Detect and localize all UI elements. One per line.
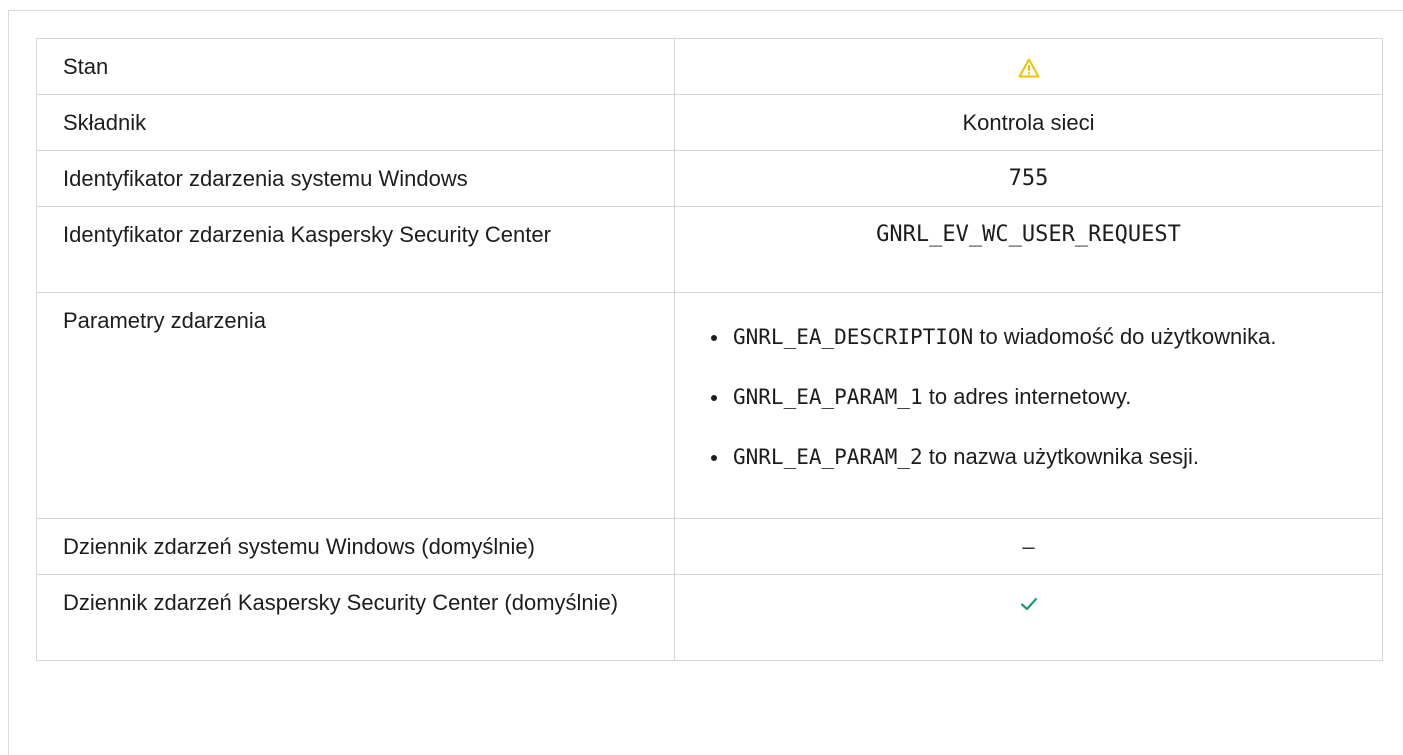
ksc-log-value xyxy=(674,574,1383,661)
table-row: Dziennik zdarzeń systemu Windows (domyśl… xyxy=(36,518,1383,575)
param-code: GNRL_EA_PARAM_1 xyxy=(733,385,923,409)
table-row: Dziennik zdarzeń Kaspersky Security Cent… xyxy=(36,574,1383,661)
warning-icon xyxy=(1018,54,1040,79)
status-value xyxy=(674,38,1383,95)
ksc-event-id-value: GNRL_EV_WC_USER_REQUEST xyxy=(674,206,1383,293)
param-desc: to adres internetowy. xyxy=(922,384,1132,409)
row-label: Parametry zdarzenia xyxy=(36,292,675,519)
param-code: GNRL_EA_PARAM_2 xyxy=(733,445,923,469)
component-value: Kontrola sieci xyxy=(674,94,1383,151)
row-label: Stan xyxy=(36,38,675,95)
param-desc: to nazwa użytkownika sesji. xyxy=(922,444,1199,469)
param-list: GNRL_EA_DESCRIPTION to wiadomość do użyt… xyxy=(705,321,1362,473)
row-label: Składnik xyxy=(36,94,675,151)
windows-log-value: – xyxy=(674,518,1383,575)
param-desc: to wiadomość do użytkownika. xyxy=(973,324,1277,349)
table-row: Identyfikator zdarzenia Kaspersky Securi… xyxy=(36,206,1383,293)
table-row: Parametry zdarzenia GNRL_EA_DESCRIPTION … xyxy=(36,292,1383,519)
event-details-table: Stan Składnik Kontrola sieci Identyfikat… xyxy=(36,38,1383,661)
table-row: Identyfikator zdarzenia systemu Windows … xyxy=(36,150,1383,207)
list-item: GNRL_EA_DESCRIPTION to wiadomość do użyt… xyxy=(705,321,1362,353)
windows-event-id-value: 755 xyxy=(674,150,1383,207)
event-params-value: GNRL_EA_DESCRIPTION to wiadomość do użyt… xyxy=(674,292,1383,519)
table-row: Składnik Kontrola sieci xyxy=(36,94,1383,151)
check-icon xyxy=(1020,590,1038,615)
list-item: GNRL_EA_PARAM_2 to nazwa użytkownika ses… xyxy=(705,441,1362,473)
row-label: Identyfikator zdarzenia systemu Windows xyxy=(36,150,675,207)
list-item: GNRL_EA_PARAM_1 to adres internetowy. xyxy=(705,381,1362,413)
row-label: Dziennik zdarzeń systemu Windows (domyśl… xyxy=(36,518,675,575)
table-row: Stan xyxy=(36,38,1383,95)
row-label: Identyfikator zdarzenia Kaspersky Securi… xyxy=(36,206,675,293)
param-code: GNRL_EA_DESCRIPTION xyxy=(733,325,974,349)
row-label: Dziennik zdarzeń Kaspersky Security Cent… xyxy=(36,574,675,661)
